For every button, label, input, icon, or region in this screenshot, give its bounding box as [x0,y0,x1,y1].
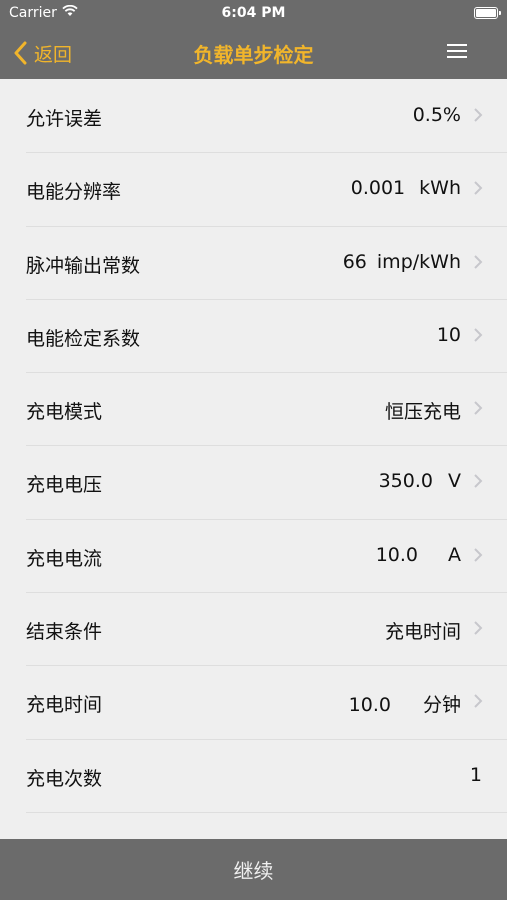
row-value: 10 [436,323,461,346]
row-value: 恒压充电 [384,401,461,424]
row-label: 脉冲输出常数 [26,254,141,277]
row-value: 1 [469,763,482,786]
row-value: 充电时间 [384,621,461,644]
row-value: 10.0 分钟 [349,690,461,717]
row-unit: 分钟 [422,694,461,717]
row-value: 350.0 V [378,470,461,493]
chevron-right-icon [474,621,483,635]
settings-list: 允许误差 0.5% 电能分辨率 0.001 kWh 脉冲输出常数 66 imp/kW… [0,80,507,814]
chevron-right-icon [474,108,483,122]
row-value: 0.001 kWh [350,177,461,200]
row-charge-mode[interactable]: 充电模式 恒压充电 [0,373,507,447]
row-unit: A [448,543,461,566]
continue-button[interactable]: 继续 [0,839,507,900]
row-unit: kWh [419,177,461,200]
page-title: 负载单步检定 [193,43,314,67]
status-time: 6:04 PM [221,5,286,21]
row-label: 电能分辨率 [26,181,122,204]
navigation-bar: 返回 负载单步检定 [0,26,507,79]
row-charge-time[interactable]: 充电时间 10.0 分钟 [0,666,507,740]
continue-label: 继续 [233,859,274,883]
row-value: 10.0 A [375,543,461,566]
row-value: 0.5% [412,104,461,126]
row-value: 66 imp/kWh [342,250,461,273]
status-bar: Carrier 6:04 PM [0,0,507,26]
row-calibration-factor[interactable]: 电能检定系数 10 [0,299,507,374]
row-label: 充电电流 [26,547,103,570]
row-label: 充电电压 [26,474,103,497]
row-allowed-error[interactable]: 允许误差 0.5% [0,80,507,154]
chevron-right-icon [474,254,483,269]
row-pulse-constant[interactable]: 脉冲输出常数 66 imp/kWh [0,226,507,301]
row-energy-resolution[interactable]: 电能分辨率 0.001 kWh [0,153,507,227]
chevron-right-icon [474,694,483,709]
row-label: 电能检定系数 [26,327,141,350]
row-unit: V [448,470,461,493]
row-label: 结束条件 [26,621,103,644]
row-charge-current[interactable]: 充电电流 10.0 A [0,519,507,594]
chevron-right-icon [474,401,483,415]
row-end-condition[interactable]: 结束条件 充电时间 [0,593,507,667]
chevron-right-icon [474,548,483,562]
row-label: 充电时间 [26,694,103,717]
chevron-right-icon [474,328,483,342]
battery-icon [474,7,501,19]
row-label: 充电模式 [26,401,103,424]
row-charge-count[interactable]: 充电次数 1 [0,739,507,814]
row-unit: imp/kWh [376,250,461,273]
chevron-right-icon [474,474,483,489]
row-charge-voltage[interactable]: 充电电压 350.0 V [0,446,507,521]
row-label: 允许误差 [26,108,103,130]
row-label: 充电次数 [26,767,103,790]
chevron-right-icon [474,181,483,196]
menu-icon[interactable] [447,42,467,60]
